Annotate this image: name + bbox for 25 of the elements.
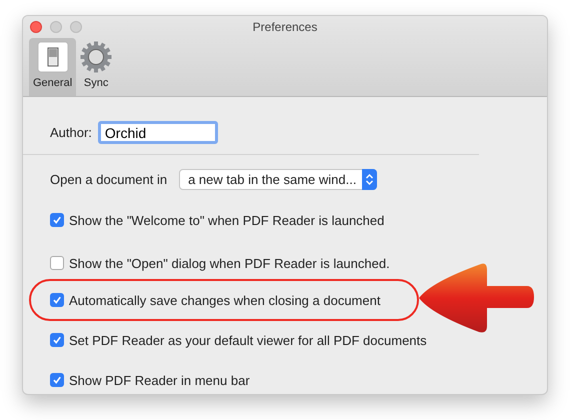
close-button[interactable]	[30, 21, 42, 33]
checkbox-label: Automatically save changes when closing a document	[69, 292, 380, 308]
checkbox[interactable]	[50, 333, 64, 347]
window-title: Preferences	[252, 20, 318, 34]
checkmark-icon	[52, 375, 62, 385]
gear-icon	[80, 41, 112, 73]
checkmark-icon	[52, 295, 62, 305]
checkbox[interactable]	[50, 256, 64, 270]
author-field[interactable]: Orchid	[98, 121, 218, 144]
checkbox[interactable]	[50, 293, 64, 307]
checkbox-label: Show PDF Reader in menu bar	[69, 372, 250, 388]
checkbox-label: Show the "Open" dialog when PDF Reader is launched.	[69, 256, 390, 270]
open-document-label: Open a document in	[50, 172, 168, 187]
checkmark-icon	[52, 215, 62, 225]
up-down-chevron-icon	[365, 173, 374, 186]
toolbar-tab[interactable]: General	[29, 38, 76, 96]
checkbox[interactable]	[50, 213, 64, 227]
switch-icon	[36, 41, 69, 73]
author-label: Author:	[50, 125, 92, 140]
toolbar-tab[interactable]: Sync	[76, 38, 116, 96]
checkmark-icon	[52, 335, 62, 345]
checkbox[interactable]	[50, 373, 64, 387]
open-in-dropdown[interactable]: a new tab in the same wind...	[179, 169, 378, 190]
checkbox-label: Set PDF Reader as your default viewer for all PDF documents	[69, 332, 427, 348]
checkbox-label: Show the "Welcome to" when PDF Reader is launched	[69, 212, 384, 228]
